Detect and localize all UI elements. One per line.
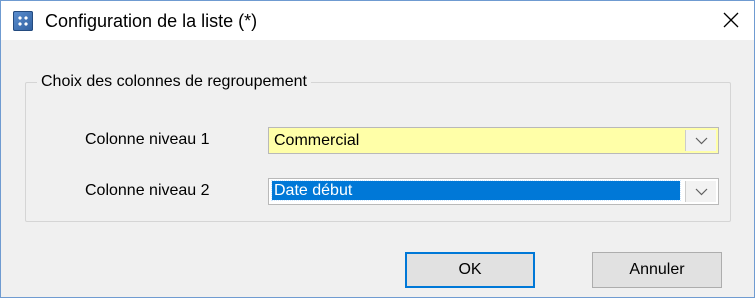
dialog-window: Configuration de la liste (*) Choix des …: [0, 0, 755, 298]
groupbox-legend: Choix des colonnes de regroupement: [37, 73, 311, 91]
title-bar[interactable]: Configuration de la liste (*): [1, 1, 754, 40]
window-title: Configuration de la liste (*): [45, 11, 258, 31]
level-2-value: Date début: [271, 180, 681, 201]
close-button[interactable]: [708, 1, 754, 40]
close-icon: [723, 12, 739, 28]
chevron-down-icon: [695, 137, 708, 145]
level-2-dropdown-button[interactable]: [685, 181, 716, 202]
level-1-label: Colonne niveau 1: [85, 131, 210, 148]
level-1-value: Commercial: [274, 132, 360, 149]
ok-button[interactable]: OK: [405, 252, 535, 288]
level-1-combobox[interactable]: Commercial: [268, 127, 719, 154]
chevron-down-icon: [695, 188, 708, 196]
level-2-combobox[interactable]: Date début: [268, 178, 719, 205]
app-icon: [13, 11, 33, 31]
level-1-dropdown-button[interactable]: [685, 130, 716, 151]
level-2-label: Colonne niveau 2: [85, 182, 210, 199]
cancel-button[interactable]: Annuler: [592, 252, 722, 288]
